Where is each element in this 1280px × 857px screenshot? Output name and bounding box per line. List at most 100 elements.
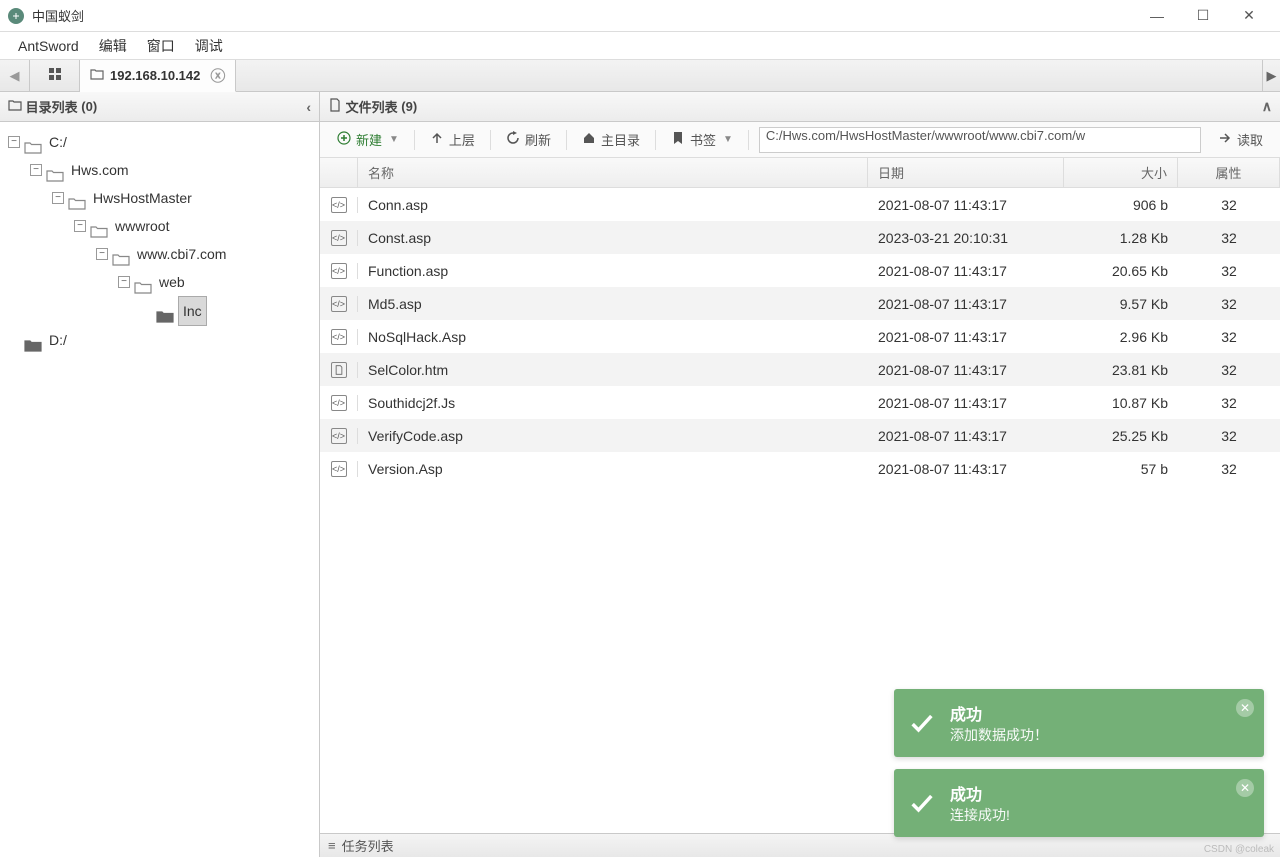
window-title: 中国蚁剑: [32, 6, 1134, 25]
col-attr-header[interactable]: 属性: [1178, 158, 1280, 187]
tree-toggle-icon[interactable]: −: [96, 248, 108, 260]
toast-close-icon[interactable]: ✕: [1236, 779, 1254, 797]
code-file-icon: </>: [331, 263, 347, 279]
tree-label: C:/: [46, 128, 70, 156]
file-row-icon: </>: [320, 461, 358, 477]
tree-node[interactable]: −web: [4, 268, 315, 296]
menu-window[interactable]: 窗口: [137, 32, 185, 60]
col-date-header[interactable]: 日期: [868, 158, 1064, 187]
file-row[interactable]: </> Const.asp 2023-03-21 20:10:31 1.28 K…: [320, 221, 1280, 254]
file-row[interactable]: </> Conn.asp 2021-08-07 11:43:17 906 b 3…: [320, 188, 1280, 221]
folder-icon: [90, 67, 104, 84]
maximize-button[interactable]: ☐: [1180, 0, 1226, 32]
file-row-date: 2021-08-07 11:43:17: [868, 263, 1064, 279]
file-row[interactable]: </> VerifyCode.asp 2021-08-07 11:43:17 2…: [320, 419, 1280, 452]
close-button[interactable]: ✕: [1226, 0, 1272, 32]
folder-icon: [46, 163, 64, 177]
minimize-button[interactable]: —: [1134, 0, 1180, 32]
tab-strip: ◀ 192.168.10.142 ⓧ ▶: [0, 60, 1280, 92]
file-row[interactable]: SelColor.htm 2021-08-07 11:43:17 23.81 K…: [320, 353, 1280, 386]
folder-icon: [90, 219, 108, 233]
read-button[interactable]: 读取: [1207, 127, 1274, 153]
file-row-date: 2021-08-07 11:43:17: [868, 362, 1064, 378]
tree-node[interactable]: − www.cbi7.com: [4, 240, 315, 268]
file-row-attr: 32: [1178, 263, 1280, 279]
chevron-down-icon: ▼: [389, 134, 399, 145]
file-row[interactable]: </> Function.asp 2021-08-07 11:43:17 20.…: [320, 254, 1280, 287]
tree-toggle-icon[interactable]: −: [8, 136, 20, 148]
bookmark-button[interactable]: 书签 ▼: [660, 127, 744, 153]
file-row[interactable]: </> Southidcj2f.Js 2021-08-07 11:43:17 1…: [320, 386, 1280, 419]
file-row[interactable]: </> Md5.asp 2021-08-07 11:43:17 9.57 Kb …: [320, 287, 1280, 320]
tree-node[interactable]: D:/: [4, 326, 315, 354]
tab-host[interactable]: 192.168.10.142 ⓧ: [80, 60, 236, 92]
separator: [748, 130, 749, 150]
separator: [566, 130, 567, 150]
file-row-name: NoSqlHack.Asp: [358, 329, 868, 345]
file-row[interactable]: </> Version.Asp 2021-08-07 11:43:17 57 b…: [320, 452, 1280, 485]
tab-nav-back[interactable]: ◀: [0, 60, 30, 91]
tree-toggle-icon[interactable]: −: [74, 220, 86, 232]
tree-toggle-icon[interactable]: −: [118, 276, 130, 288]
col-size-header[interactable]: 大小: [1064, 158, 1178, 187]
toast-title: 成功: [950, 781, 1010, 805]
refresh-button[interactable]: 刷新: [495, 127, 562, 153]
menu-debug[interactable]: 调试: [185, 32, 233, 60]
separator: [490, 130, 491, 150]
file-row-date: 2021-08-07 11:43:17: [868, 461, 1064, 477]
tree-node[interactable]: − Hws.com: [4, 156, 315, 184]
tree-node[interactable]: Inc: [4, 296, 315, 326]
tree-node[interactable]: − C:/: [4, 128, 315, 156]
file-row-name: Conn.asp: [358, 197, 868, 213]
tree-node[interactable]: −wwwroot: [4, 212, 315, 240]
new-button-label: 新建: [356, 130, 382, 149]
toast-title: 成功: [950, 701, 1048, 725]
path-input[interactable]: C:/Hws.com/HwsHostMaster/wwwroot/www.cbi…: [759, 127, 1201, 153]
toast-success: 成功 添加数据成功！ ✕: [894, 689, 1264, 757]
code-file-icon: </>: [331, 230, 347, 246]
tab-scroll-right[interactable]: ▶: [1262, 60, 1280, 91]
file-row-name: Md5.asp: [358, 296, 868, 312]
tree-node[interactable]: −HwsHostMaster: [4, 184, 315, 212]
file-row-icon: </>: [320, 428, 358, 444]
refresh-button-label: 刷新: [525, 130, 551, 149]
file-row-icon: </>: [320, 263, 358, 279]
toast-container: 成功 添加数据成功！ ✕ 成功 连接成功! ✕: [894, 689, 1264, 837]
new-button[interactable]: 新建 ▼: [326, 127, 410, 153]
bookmark-button-label: 书签: [690, 130, 716, 149]
code-file-icon: </>: [331, 329, 347, 345]
up-button[interactable]: 上层: [419, 127, 486, 153]
col-name-header[interactable]: 名称: [358, 158, 868, 187]
menu-edit[interactable]: 编辑: [89, 32, 137, 60]
file-row-attr: 32: [1178, 329, 1280, 345]
menu-antsword[interactable]: AntSword: [8, 32, 89, 60]
folder-icon: [24, 135, 42, 149]
tab-close-icon[interactable]: ⓧ: [210, 65, 225, 86]
file-row[interactable]: </> NoSqlHack.Asp 2021-08-07 11:43:17 2.…: [320, 320, 1280, 353]
folder-icon: [134, 275, 152, 289]
collapse-right-icon[interactable]: ∧: [1262, 98, 1272, 115]
tree-label: www.cbi7.com: [134, 240, 229, 268]
tree-toggle-icon[interactable]: −: [30, 164, 42, 176]
file-row-date: 2021-08-07 11:43:17: [868, 296, 1064, 312]
window-titlebar: 中国蚁剑 — ☐ ✕: [0, 0, 1280, 32]
home-button[interactable]: 主目录: [571, 127, 651, 153]
collapse-left-icon[interactable]: ‹: [306, 99, 311, 115]
directory-panel-count: (0): [81, 99, 97, 114]
check-icon: [908, 789, 936, 817]
file-row-size: 20.65 Kb: [1064, 263, 1178, 279]
tree-toggle-icon[interactable]: −: [52, 192, 64, 204]
file-row-attr: 32: [1178, 395, 1280, 411]
list-icon: ≡: [328, 838, 336, 853]
file-row-icon: </>: [320, 395, 358, 411]
directory-tree[interactable]: −C:/−Hws.com−HwsHostMaster−wwwroot−www.c…: [0, 122, 319, 857]
tree-label: Hws.com: [68, 156, 132, 184]
code-file-icon: </>: [331, 197, 347, 213]
grid-icon: [48, 67, 62, 84]
folder-icon: [112, 247, 130, 261]
file-row-attr: 32: [1178, 362, 1280, 378]
file-toolbar: 新建 ▼ 上层 刷新 主目录 书签 ▼: [320, 122, 1280, 158]
col-icon-header[interactable]: [320, 158, 358, 187]
toast-close-icon[interactable]: ✕: [1236, 699, 1254, 717]
tab-home[interactable]: [30, 60, 80, 91]
